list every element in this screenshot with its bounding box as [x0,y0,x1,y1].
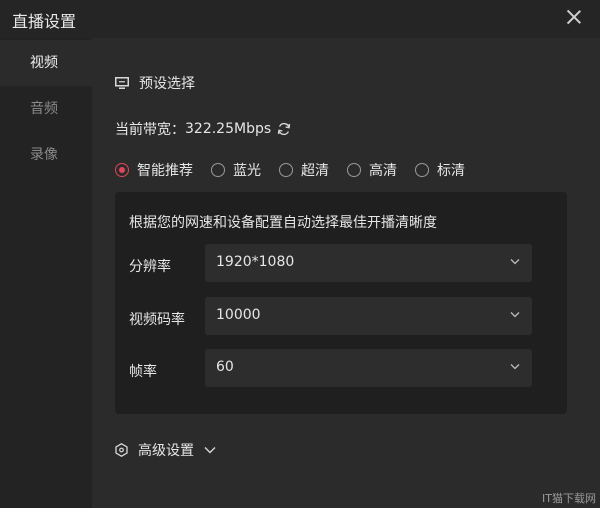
resolution-value: 1920*1080 [216,254,295,270]
preset-radio-group: 智能推荐 蓝光 超清 高清 标清 [115,160,483,180]
refresh-icon[interactable] [277,122,291,136]
preset-radio-label: 智能推荐 [137,163,193,179]
chevron-down-icon [510,364,520,370]
chevron-down-icon [510,312,520,318]
resolution-label: 分辨率 [129,259,171,275]
preset-radio-label: 标清 [437,163,465,179]
resolution-select[interactable]: 1920*1080 [205,244,532,282]
window-title: 直播设置 [12,12,77,31]
preset-detail-panel: 根据您的网速和设备配置自动选择最佳开播清晰度 分辨率 1920*1080 视频码… [115,192,567,414]
preset-radio-ultra[interactable]: 超清 [279,160,329,180]
chevron-down-icon [510,259,520,265]
bitrate-select[interactable]: 10000 [205,297,532,335]
watermark: IT猫下载网 [542,492,596,505]
preset-radio-standard[interactable]: 标清 [415,160,465,180]
bitrate-value: 10000 [216,307,261,323]
bitrate-label: 视频码率 [129,312,185,328]
radio-checked-icon [115,163,129,177]
sidebar: 视频 音频 录像 [0,38,92,508]
framerate-select[interactable]: 60 [205,349,532,387]
preset-radio-bluray[interactable]: 蓝光 [211,160,261,180]
radio-icon [415,163,429,177]
advanced-settings-toggle[interactable]: 高级设置 [115,440,216,460]
sidebar-item-recording[interactable]: 录像 [0,132,92,178]
advanced-settings-label: 高级设置 [138,443,194,459]
title-bar: 直播设置 [0,0,600,38]
bandwidth-value: 322.25Mbps [185,121,272,137]
preset-radio-label: 超清 [301,163,329,179]
close-icon[interactable] [566,9,582,25]
chevron-down-icon [204,447,216,454]
preset-radio-smart[interactable]: 智能推荐 [115,160,193,180]
preset-radio-label: 高清 [369,163,397,179]
framerate-label: 帧率 [129,364,157,380]
radio-icon [279,163,293,177]
preset-radio-label: 蓝光 [233,163,261,179]
radio-icon [347,163,361,177]
bandwidth-label: 当前带宽： [115,122,185,138]
sidebar-item-audio[interactable]: 音频 [0,86,92,132]
radio-icon [211,163,225,177]
preset-description: 根据您的网速和设备配置自动选择最佳开播清晰度 [129,215,437,231]
preset-section-label: 预设选择 [139,76,195,92]
framerate-value: 60 [216,359,234,375]
monitor-icon [115,77,129,89]
preset-radio-high[interactable]: 高清 [347,160,397,180]
hexagon-icon [115,443,128,457]
preset-section-title: 预设选择 [115,73,195,93]
bandwidth-info: 当前带宽： 322.25Mbps [115,119,291,139]
sidebar-item-video[interactable]: 视频 [0,40,92,86]
